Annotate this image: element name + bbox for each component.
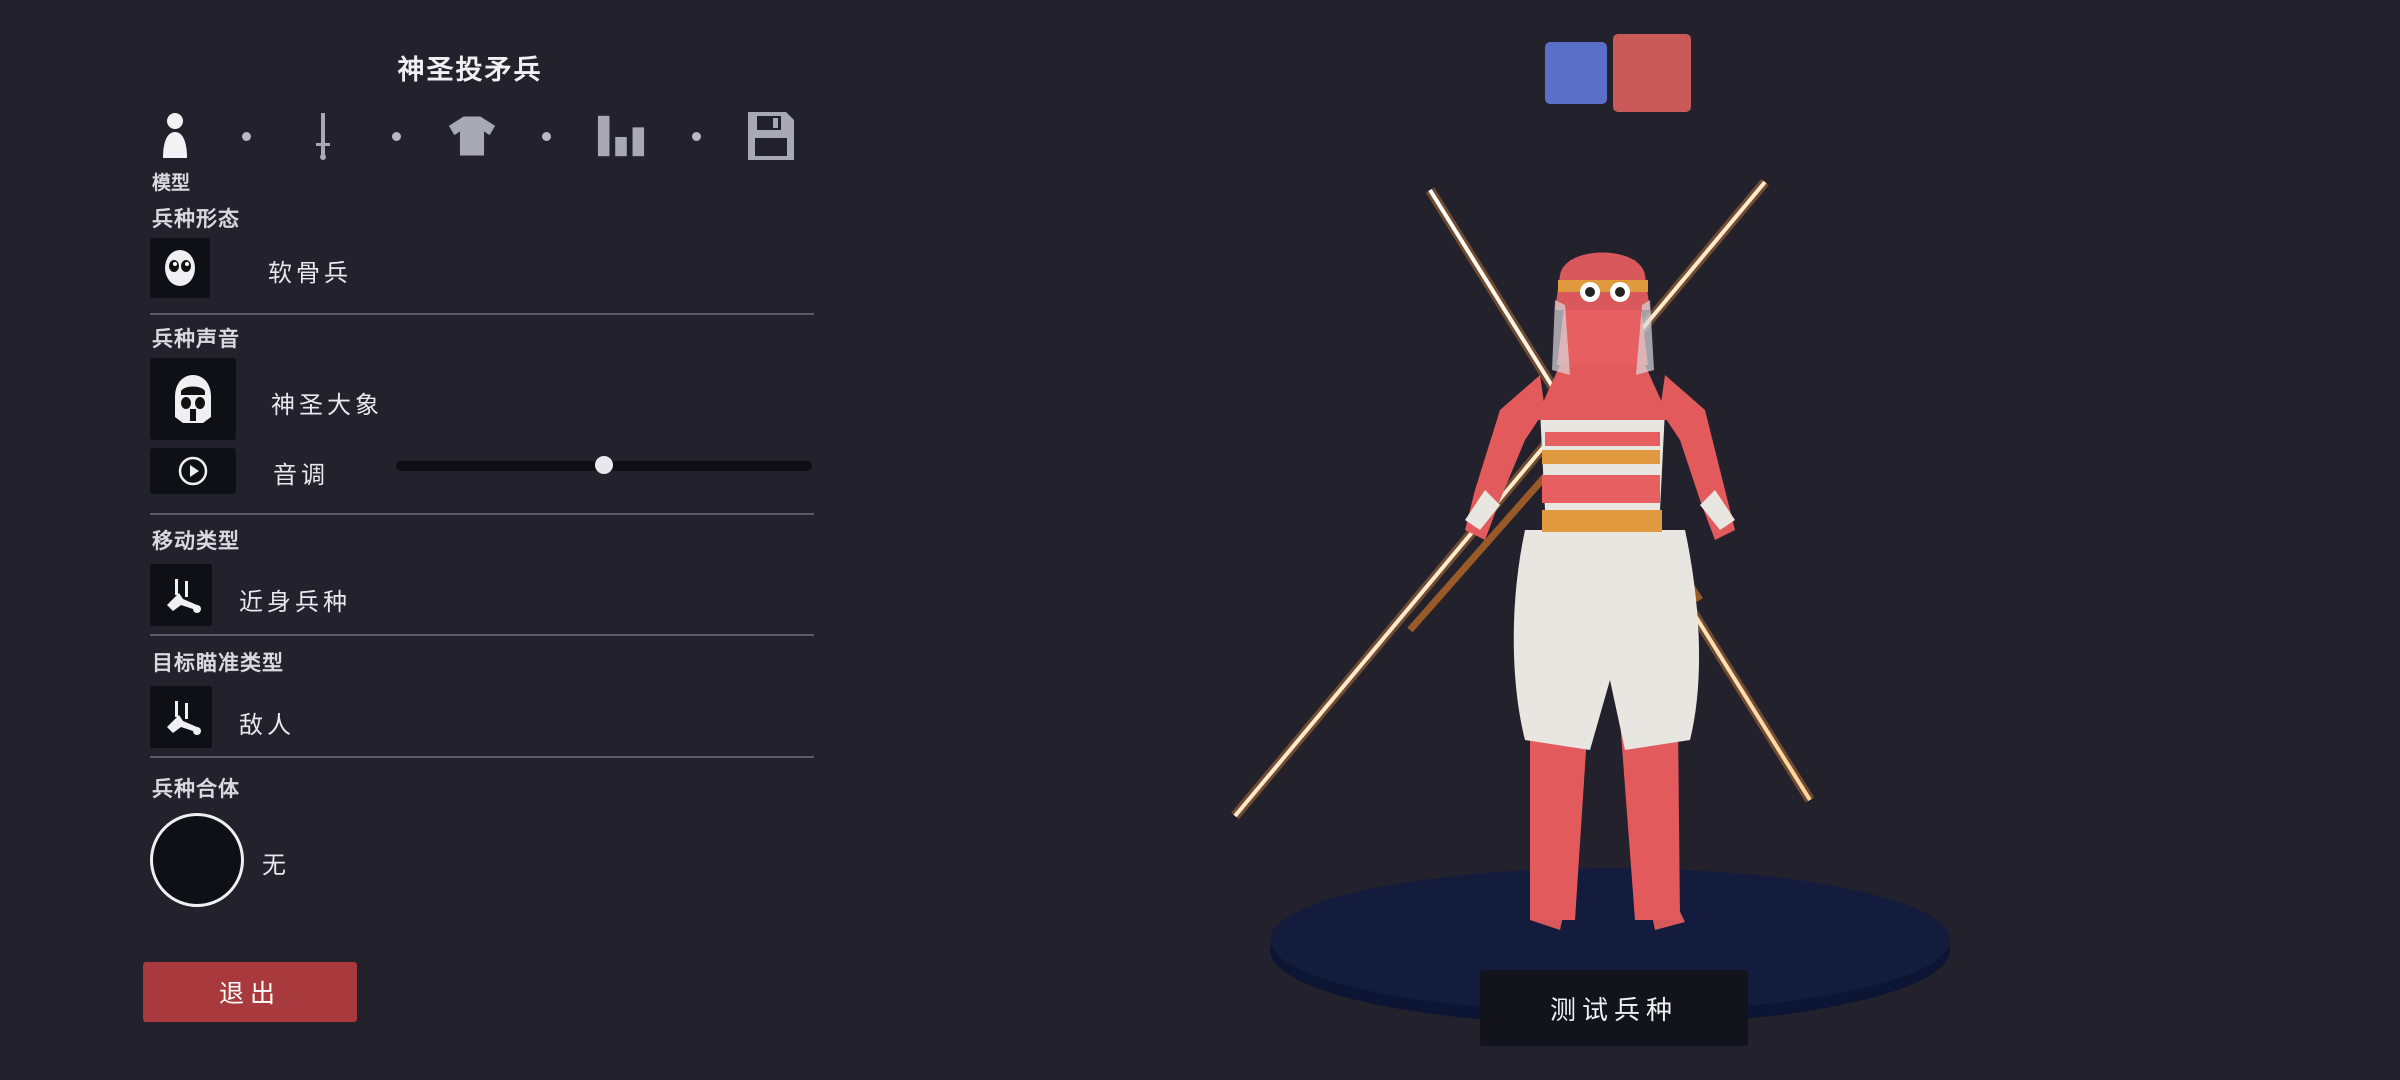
skull-face-icon [165, 250, 195, 286]
unit-preview[interactable] [1180, 160, 2080, 1080]
merge-slot-button[interactable] [150, 813, 244, 907]
person-icon [163, 113, 187, 158]
tab-caption: 模型 [152, 172, 191, 194]
team-color-blue[interactable] [1545, 42, 1607, 104]
exit-button[interactable]: 退出 [143, 962, 357, 1022]
tab-model[interactable] [150, 108, 200, 164]
voice-icon-button[interactable] [150, 358, 236, 440]
tab-weapons[interactable] [298, 108, 348, 164]
pitch-label: 音调 [273, 461, 329, 489]
character [1465, 252, 1735, 930]
movement-value: 近身兵种 [239, 588, 351, 616]
section-label-form: 兵种形态 [152, 207, 240, 231]
tab-stats[interactable] [596, 108, 646, 164]
tab-separator-dot [692, 132, 701, 141]
form-value: 软骨兵 [268, 259, 352, 287]
pitch-slider-handle[interactable] [595, 456, 613, 474]
form-icon-button[interactable] [150, 238, 210, 298]
play-voice-button[interactable] [150, 448, 236, 494]
voice-face-icon [175, 375, 211, 423]
tab-save[interactable] [746, 108, 796, 164]
tab-separator-dot [242, 132, 251, 141]
tab-clothing[interactable] [447, 108, 497, 164]
section-label-voice: 兵种声音 [152, 327, 240, 351]
target-figure-icon [167, 701, 201, 735]
voice-value: 神圣大象 [271, 391, 383, 419]
tab-separator-dot [542, 132, 551, 141]
sword-icon [316, 113, 330, 160]
melee-figure-icon [167, 579, 201, 613]
divider [150, 513, 814, 515]
section-label-movement: 移动类型 [152, 529, 240, 553]
divider [150, 634, 814, 636]
stats-icon [597, 115, 645, 157]
section-label-merge: 兵种合体 [152, 777, 240, 801]
targeting-icon-button[interactable] [150, 686, 212, 748]
movement-icon-button[interactable] [150, 564, 212, 626]
save-icon [748, 112, 794, 160]
play-icon [178, 456, 208, 486]
shirt-icon [448, 116, 496, 156]
unit-name-title: 神圣投矛兵 [397, 55, 543, 86]
targeting-value: 敌人 [239, 711, 295, 739]
tab-separator-dot [392, 132, 401, 141]
divider [150, 756, 814, 758]
editor-tabs [150, 108, 800, 164]
section-label-targeting: 目标瞄准类型 [152, 651, 284, 675]
divider [150, 313, 814, 315]
test-unit-button[interactable]: 测试兵种 [1480, 970, 1748, 1046]
merge-value: 无 [262, 851, 290, 879]
team-color-red[interactable] [1613, 34, 1691, 112]
